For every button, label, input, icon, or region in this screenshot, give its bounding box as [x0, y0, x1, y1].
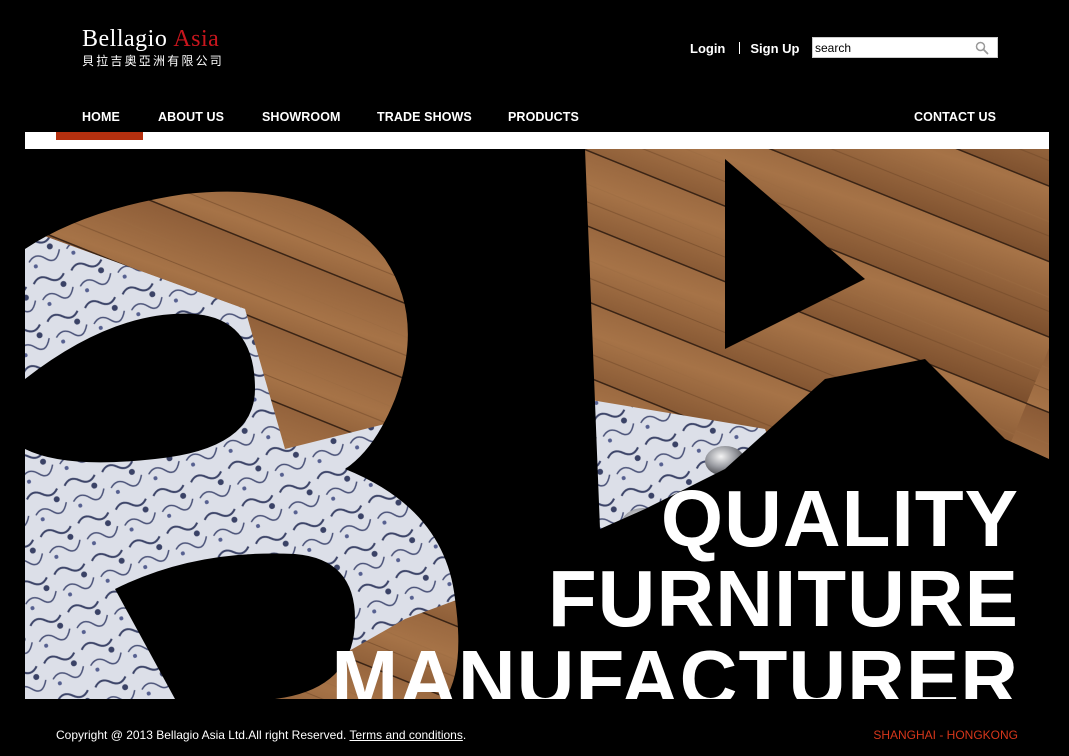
nav-item-contact-us[interactable]: CONTACT US — [914, 110, 996, 124]
search-icon[interactable] — [975, 41, 989, 55]
logo-wordmark: Bellagio Asia — [82, 26, 224, 52]
terms-link[interactable]: Terms and conditions — [349, 728, 462, 742]
copyright-text: Copyright @ 2013 Bellagio Asia Ltd.All r… — [56, 728, 347, 742]
nav-item-home[interactable]: HOME — [82, 110, 120, 124]
hero-headline-line-2: FURNITURE — [547, 554, 1019, 643]
footer-locations: SHANGHAI - HONGKONG — [873, 728, 1018, 742]
terms-suffix: . — [462, 728, 467, 742]
footer-copyright: Copyright @ 2013 Bellagio Asia Ltd.All r… — [56, 728, 466, 742]
brand-logo[interactable]: Bellagio Asia 貝拉吉奧亞洲有限公司 — [82, 26, 224, 68]
main-nav: HOME ABOUT US SHOWROOM TRADE SHOWS PRODU… — [25, 98, 1049, 132]
nav-item-showroom[interactable]: SHOWROOM — [262, 110, 341, 124]
logo-word-bellagio: Bellagio — [82, 26, 168, 52]
page: BellagioAsia 貝拉吉奧亞洲有限公司 Login Sign Up HOM… — [0, 0, 1069, 756]
search-input[interactable] — [813, 38, 971, 57]
nav-item-products[interactable]: PRODUCTS — [508, 110, 579, 124]
nav-item-about-us[interactable]: ABOUT US — [158, 110, 224, 124]
hero-headline-line-3: MANUFACTURER — [331, 634, 1019, 700]
hero-headline-line-1: QUALITY — [660, 474, 1019, 563]
nav-item-trade-shows[interactable]: TRADE SHOWS — [377, 110, 472, 124]
signup-link[interactable]: Sign Up — [750, 41, 799, 56]
hero-headline: QUALITY FURNITURE MANUFACTURER — [331, 474, 1019, 700]
nav-active-indicator — [56, 132, 143, 140]
search-box — [812, 37, 998, 58]
login-link[interactable]: Login — [690, 41, 725, 56]
account-divider — [739, 42, 741, 54]
account-links: Login Sign Up — [690, 41, 800, 56]
nav-underline-bar — [25, 132, 1049, 149]
logo-word-asia: Asia — [173, 26, 220, 52]
hero-banner: QUALITY FURNITURE MANUFACTURER — [25, 149, 1049, 699]
logo-chinese-name: 貝拉吉奧亞洲有限公司 — [82, 54, 225, 68]
